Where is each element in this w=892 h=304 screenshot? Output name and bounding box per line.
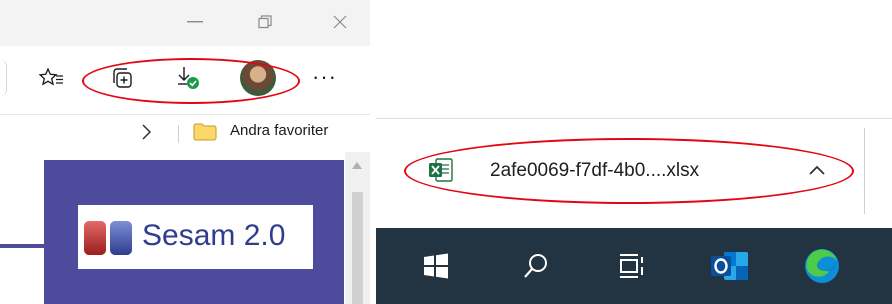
title-bar (0, 0, 370, 46)
taskbar-search-button[interactable] (516, 246, 556, 286)
task-view-icon (620, 254, 643, 278)
more-menu-button[interactable]: ··· (312, 62, 337, 92)
restore-button[interactable] (250, 8, 280, 36)
sesam-logo[interactable]: Sesam 2.0 (78, 205, 313, 269)
start-button[interactable] (416, 246, 456, 286)
edge-icon (805, 249, 839, 283)
address-bar-edge[interactable] (0, 60, 7, 96)
annotation-ellipse-toolbar (82, 58, 300, 104)
chevron-right-icon[interactable] (140, 121, 154, 149)
download-bar-top-border (376, 118, 892, 119)
close-button[interactable] (325, 8, 355, 36)
minimize-icon (187, 21, 203, 23)
edge-taskbar-button[interactable] (802, 246, 842, 286)
close-icon (333, 15, 347, 29)
outlook-icon (711, 252, 748, 280)
logo-blue-block (110, 221, 132, 255)
logo-text: Sesam 2.0 (142, 219, 286, 252)
search-icon (524, 254, 547, 278)
banner-line (0, 244, 44, 248)
scroll-up-icon[interactable] (352, 162, 362, 169)
folder-icon (193, 123, 217, 141)
favorites-button[interactable] (36, 62, 68, 94)
windows-start-icon (424, 253, 448, 279)
favorites-list-icon (39, 67, 63, 86)
download-bar-divider (864, 128, 865, 214)
scroll-thumb[interactable] (352, 192, 363, 304)
favorites-bar: Andra favoriter (0, 115, 370, 151)
vertical-scrollbar[interactable] (345, 152, 370, 304)
windows-taskbar (376, 228, 892, 304)
browser-window: ··· Andra favoriter Sesam 2.0 (0, 0, 370, 304)
task-view-button[interactable] (612, 246, 652, 286)
download-bar-area: 2afe0069-f7df-4b0....xlsx (376, 0, 892, 304)
minimize-button[interactable] (180, 8, 210, 36)
logo-red-block (84, 221, 106, 255)
outlook-taskbar-button[interactable] (710, 246, 750, 286)
favorites-divider (178, 125, 179, 143)
favorites-folder-label[interactable]: Andra favoriter (230, 122, 328, 139)
annotation-ellipse-download (404, 138, 854, 204)
restore-icon (258, 15, 272, 29)
